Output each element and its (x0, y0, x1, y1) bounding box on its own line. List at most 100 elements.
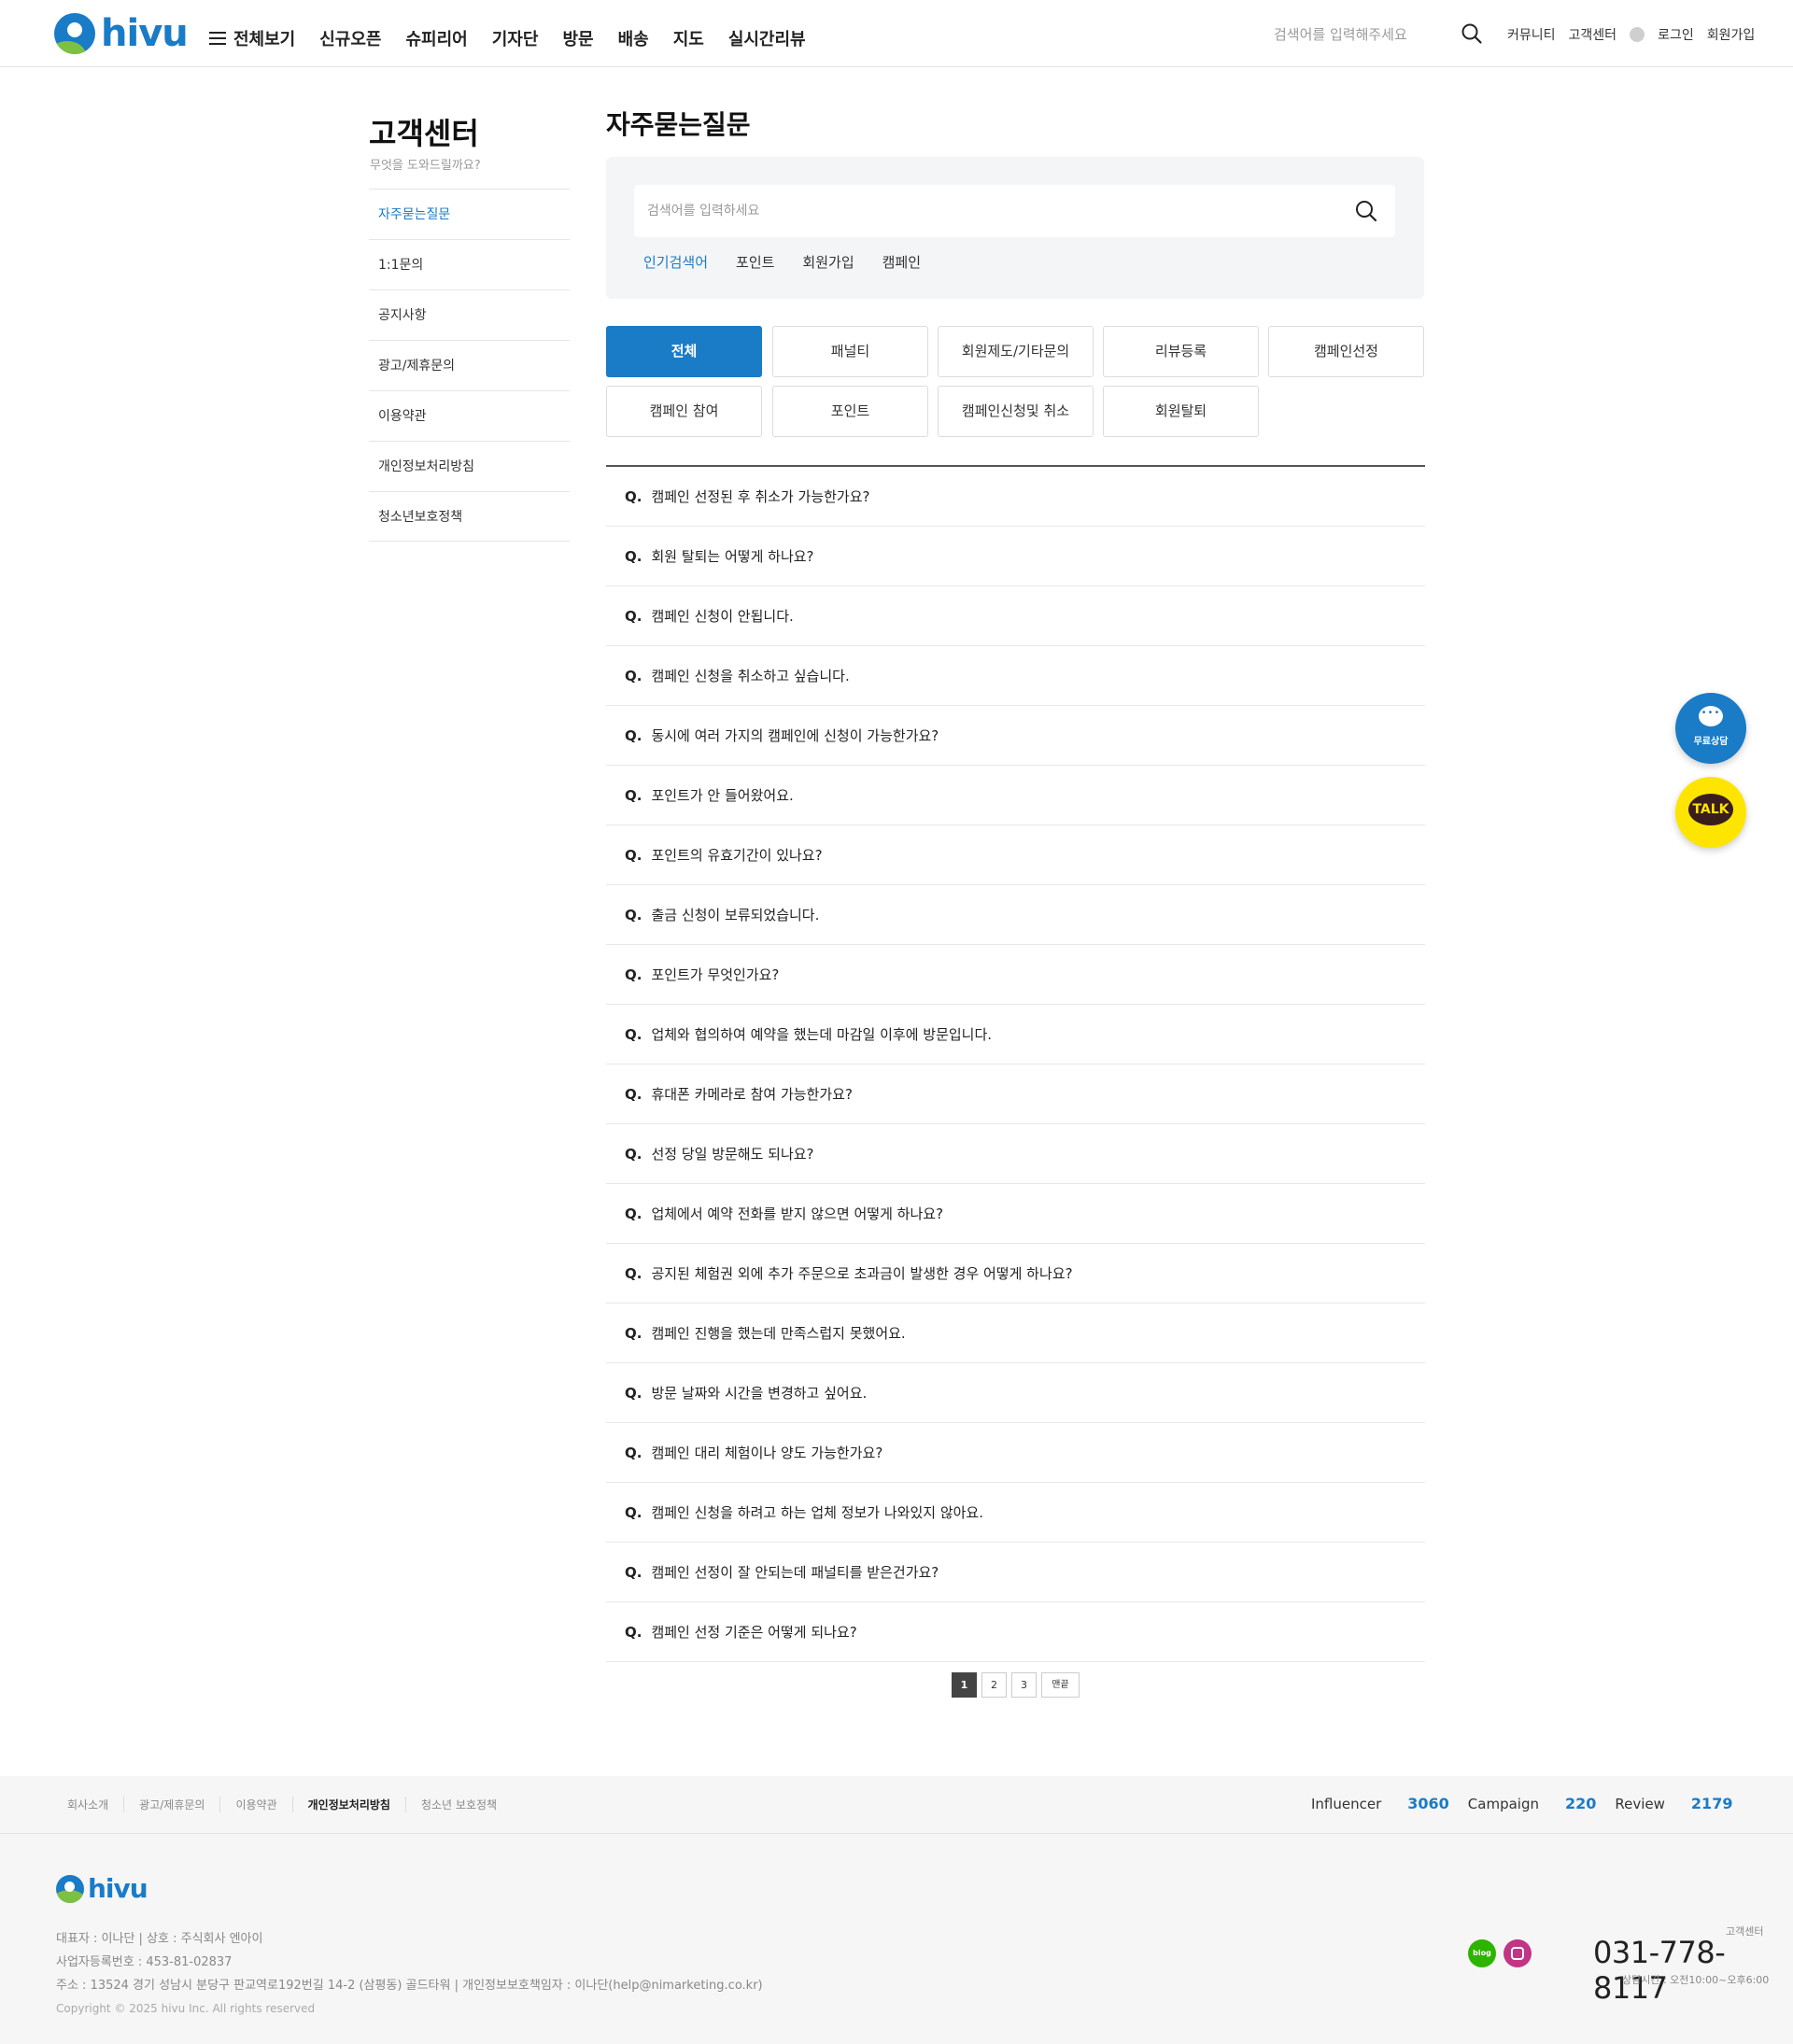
faq-question: 출금 신청이 보류되었습니다. (651, 907, 820, 923)
faq-item[interactable]: Q. 업체와 협의하여 예약을 했는데 마감일 이후에 방문입니다. (606, 1005, 1425, 1064)
popular-keyword[interactable]: 회원가입 (802, 252, 854, 272)
faq-search-input[interactable] (634, 185, 1344, 237)
page-button-3[interactable]: 3 (1011, 1672, 1037, 1698)
free-consult-label: 무료상담 (1693, 737, 1729, 747)
category-tab-review[interactable]: 리뷰등록 (1103, 326, 1259, 377)
popular-label: 인기검색어 (643, 254, 709, 271)
category-tab-point[interactable]: 포인트 (772, 386, 928, 437)
faq-item[interactable]: Q. 캠페인 신청을 하려고 하는 업체 정보가 나와있지 않아요. (606, 1483, 1425, 1543)
faq-item[interactable]: Q. 방문 날짜와 시간을 변경하고 싶어요. (606, 1363, 1425, 1423)
category-tab-selection[interactable]: 캠페인선정 (1268, 326, 1424, 377)
page-button-2[interactable]: 2 (981, 1672, 1007, 1698)
sidebar-item-notice[interactable]: 공지사항 (369, 289, 570, 340)
q-mark: Q. (625, 1623, 642, 1641)
company-info-line: 주소 : 13524 경기 성남시 분당구 판교역로192번길 14-2 (삼평… (56, 1979, 763, 1993)
q-mark: Q. (625, 1384, 642, 1402)
q-mark: Q. (625, 1503, 642, 1521)
blog-icon[interactable]: blog (1468, 1939, 1496, 1967)
nav-item-realtime-review[interactable]: 실시간리뷰 (728, 26, 806, 50)
search-icon[interactable] (1461, 22, 1483, 45)
logo-text: hivu (101, 12, 189, 55)
util-customer-center[interactable]: 고객센터 (1569, 25, 1617, 44)
faq-item[interactable]: Q. 캠페인 선정이 잘 안되는데 패널티를 받은건가요? (606, 1543, 1425, 1602)
util-login[interactable]: 로그인 (1630, 25, 1694, 44)
q-mark: Q. (625, 1563, 642, 1581)
faq-item[interactable]: Q. 포인트가 무엇인가요? (606, 945, 1425, 1005)
faq-question: 선정 당일 방문해도 되나요? (651, 1146, 814, 1163)
faq-item[interactable]: Q. 휴대폰 카메라로 참여 가능한가요? (606, 1064, 1425, 1124)
nav-all-menu[interactable]: 전체보기 (209, 26, 295, 50)
q-mark: Q. (625, 667, 642, 684)
nav-item-map[interactable]: 지도 (673, 26, 704, 50)
popular-keyword[interactable]: 포인트 (736, 252, 774, 272)
q-mark: Q. (625, 1025, 642, 1043)
site-logo[interactable]: hivu (54, 12, 189, 55)
util-login-label: 로그인 (1658, 28, 1694, 43)
faq-item[interactable]: Q. 캠페인 진행을 했는데 만족스럽지 못했어요. (606, 1304, 1425, 1363)
company-info-line: 대표자 : 이나단 | 상호 : 주식회사 엔아이 (56, 1932, 263, 1946)
q-mark: Q. (625, 786, 642, 804)
faq-item[interactable]: Q. 출금 신청이 보류되었습니다. (606, 885, 1425, 945)
category-tab-apply-cancel[interactable]: 캠페인신청및 취소 (938, 386, 1094, 437)
faq-question: 캠페인 선정 기준은 어떻게 되나요? (651, 1624, 857, 1641)
sidebar-item-privacy[interactable]: 개인정보처리방침 (369, 441, 570, 491)
footer-link-privacy[interactable]: 개인정보처리방침 (308, 1797, 406, 1812)
category-tab-membership[interactable]: 회원제도/기타문의 (938, 326, 1094, 377)
faq-question: 캠페인 선정이 잘 안되는데 패널티를 받은건가요? (651, 1564, 939, 1581)
nav-item-new[interactable]: 신규오픈 (319, 26, 381, 50)
stat-label: Influencer (1311, 1795, 1382, 1812)
faq-item[interactable]: Q. 포인트가 안 들어왔어요. (606, 766, 1425, 825)
util-community[interactable]: 커뮤니티 (1507, 25, 1556, 44)
faq-question: 캠페인 신청을 취소하고 싶습니다. (651, 668, 850, 684)
faq-question: 휴대폰 카메라로 참여 가능한가요? (651, 1086, 853, 1103)
logo-mark-icon (54, 13, 95, 54)
faq-item[interactable]: Q. 캠페인 선정 기준은 어떻게 되나요? (606, 1602, 1425, 1662)
page-button-last[interactable]: 맨끝 (1041, 1672, 1080, 1698)
sidebar-item-inquiry[interactable]: 1:1문의 (369, 239, 570, 289)
q-mark: Q. (625, 1444, 642, 1461)
faq-item[interactable]: Q. 캠페인 신청을 취소하고 싶습니다. (606, 646, 1425, 706)
nav-item-visit[interactable]: 방문 (562, 26, 593, 50)
footer-link-youth[interactable]: 청소년 보호정책 (421, 1797, 512, 1812)
faq-item[interactable]: Q. 캠페인 선정된 후 취소가 가능한가요? (606, 467, 1425, 527)
top-search-input[interactable]: 검색어를 입력해주세요 (1274, 24, 1407, 44)
search-icon[interactable] (1353, 198, 1379, 224)
q-mark: Q. (625, 547, 642, 565)
faq-item[interactable]: Q. 동시에 여러 가지의 캠페인에 신청이 가능한가요? (606, 706, 1425, 766)
sidebar-item-terms[interactable]: 이용약관 (369, 390, 570, 441)
nav-item-reporters[interactable]: 기자단 (492, 26, 539, 50)
footer-link-ad[interactable]: 광고/제휴문의 (139, 1797, 221, 1812)
sidebar-item-faq[interactable]: 자주묻는질문 (369, 189, 570, 239)
chat-bubble-icon (1699, 706, 1723, 726)
sidebar-item-youth-policy[interactable]: 청소년보호정책 (369, 491, 570, 542)
nav-item-superior[interactable]: 슈피리어 (406, 26, 468, 50)
faq-question: 동시에 여러 가지의 캠페인에 신청이 가능한가요? (651, 727, 939, 744)
kakao-talk-button[interactable]: TALK (1675, 777, 1746, 848)
footer-bar: 회사소개 광고/제휴문의 이용약관 개인정보처리방침 청소년 보호정책 Infl… (0, 1776, 1793, 1834)
q-mark: Q. (625, 846, 642, 864)
q-mark: Q. (625, 487, 642, 505)
faq-item[interactable]: Q. 업체에서 예약 전화를 받지 않으면 어떻게 하나요? (606, 1184, 1425, 1244)
faq-question: 포인트의 유효기간이 있나요? (651, 847, 823, 864)
faq-item[interactable]: Q. 캠페인 대리 체험이나 양도 가능한가요? (606, 1423, 1425, 1483)
popular-keyword[interactable]: 캠페인 (882, 252, 921, 272)
faq-item[interactable]: Q. 캠페인 신청이 안됩니다. (606, 586, 1425, 646)
sidebar-item-ad-partnership[interactable]: 광고/제휴문의 (369, 340, 570, 390)
free-consult-button[interactable]: 무료상담 (1675, 693, 1746, 764)
instagram-icon[interactable] (1504, 1939, 1532, 1967)
category-tab-withdraw[interactable]: 회원탈퇴 (1103, 386, 1259, 437)
faq-item[interactable]: Q. 포인트의 유효기간이 있나요? (606, 825, 1425, 885)
faq-item[interactable]: Q. 선정 당일 방문해도 되나요? (606, 1124, 1425, 1184)
faq-item[interactable]: Q. 공지된 체험권 외에 추가 주문으로 초과금이 발생한 경우 어떻게 하나요… (606, 1244, 1425, 1304)
nav-item-delivery[interactable]: 배송 (618, 26, 649, 50)
category-tab-all[interactable]: 전체 (606, 326, 762, 377)
page-button-1[interactable]: 1 (952, 1672, 977, 1698)
popular-keywords: 인기검색어 포인트 회원가입 캠페인 (643, 252, 949, 272)
faq-item[interactable]: Q. 회원 탈퇴는 어떻게 하나요? (606, 527, 1425, 586)
logo-mark-icon (56, 1875, 84, 1903)
util-signup[interactable]: 회원가입 (1707, 25, 1756, 44)
category-tab-penalty[interactable]: 패널티 (772, 326, 928, 377)
footer-link-terms[interactable]: 이용약관 (235, 1797, 293, 1812)
category-tab-participation[interactable]: 캠페인 참여 (606, 386, 762, 437)
footer-link-about[interactable]: 회사소개 (67, 1797, 125, 1812)
